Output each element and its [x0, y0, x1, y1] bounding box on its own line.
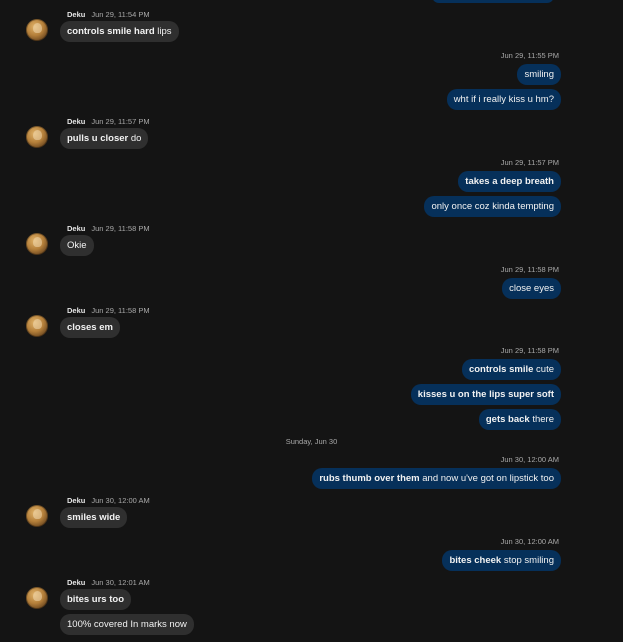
- chat-window: Deku Jun 29, 11:54 PM controls smile hard…: [0, 0, 623, 642]
- sender-name: Deku: [67, 224, 86, 233]
- message-timestamp: Jun 30, 12:00 AM: [500, 455, 559, 464]
- message-meta: Deku Jun 30, 12:01 AM: [67, 577, 194, 588]
- message-bubble[interactable]: controls smile cute: [461, 359, 561, 380]
- message-bubble[interactable]: bites cheek stop smiling: [442, 550, 561, 571]
- message-group-incoming: Deku Jun 30, 12:01 AM bites urs too 100% …: [26, 577, 194, 635]
- message-group-incoming: Deku Jun 29, 11:57 PM pulls u closer do: [26, 116, 150, 149]
- message-timestamp: Jun 29, 11:58 PM: [91, 224, 150, 233]
- message-timestamp: Jun 30, 12:01 AM: [91, 578, 150, 587]
- message-bubble[interactable]: 100% covered In marks now: [60, 614, 194, 635]
- message-bubble[interactable]: bites urs too: [60, 589, 132, 610]
- message-bubble[interactable]: rubs thumb over them and now u've got on…: [312, 468, 561, 489]
- message-action-text: kisses u on the lips super soft: [417, 389, 554, 400]
- message-text: and now u've got on lipstick too: [419, 473, 554, 484]
- message-group-outgoing: Jun 29, 11:58 PM controls smile cute kis…: [410, 345, 561, 430]
- message-meta: Deku Jun 29, 11:54 PM: [67, 9, 179, 20]
- message-action-text: closes em: [67, 322, 113, 333]
- message-timestamp: Jun 29, 11:57 PM: [91, 117, 150, 126]
- message-bubble[interactable]: closes em: [60, 317, 120, 338]
- message-text: stop smiling: [501, 555, 554, 566]
- message-action-text: controls smile hard: [67, 26, 155, 37]
- message-timestamp: Jun 29, 11:55 PM: [500, 51, 559, 60]
- message-bubble[interactable]: kisses u on the lips super soft: [410, 384, 561, 405]
- message-bubble[interactable]: only once coz kinda tempting: [424, 196, 561, 217]
- sender-name: Deku: [67, 10, 86, 19]
- message-text: there: [529, 414, 554, 425]
- message-text: Okie: [67, 240, 87, 251]
- message-group-outgoing: Jun 29, 11:58 PM close eyes: [501, 264, 561, 299]
- message-group-outgoing: Jun 30, 12:00 AM bites cheek stop smilin…: [442, 536, 561, 571]
- message-bubble[interactable]: close eyes: [502, 278, 561, 299]
- message-bubble[interactable]: gets back there: [478, 409, 561, 430]
- message-action-text: rubs thumb over them: [319, 473, 420, 484]
- message-text: wht if i really kiss u hm?: [453, 94, 554, 105]
- contact-avatar[interactable]: [26, 126, 48, 148]
- message-bubble[interactable]: takes a deep breath: [458, 171, 561, 192]
- message-text: do: [128, 133, 142, 144]
- sender-name: Deku: [67, 117, 86, 126]
- sender-name: Deku: [67, 306, 86, 315]
- contact-avatar[interactable]: [26, 505, 48, 527]
- message-bubble[interactable]: Okie: [60, 235, 94, 256]
- message-action-text: pulls u closer: [67, 133, 129, 144]
- message-action-text: smiles wide: [67, 512, 121, 523]
- message-bubble[interactable]: pulls u closer do: [60, 128, 149, 149]
- message-text: smiling: [524, 69, 554, 80]
- message-group-incoming: Deku Jun 29, 11:58 PM closes em: [26, 305, 150, 338]
- message-action-text: bites cheek: [449, 555, 502, 566]
- previous-message-bubble[interactable]: [432, 0, 554, 3]
- message-timestamp: Jun 29, 11:54 PM: [91, 10, 150, 19]
- message-action-text: gets back: [485, 414, 530, 425]
- message-timestamp: Jun 29, 11:57 PM: [500, 158, 559, 167]
- message-text: close eyes: [509, 283, 554, 294]
- message-bubble[interactable]: controls smile hard lips: [60, 21, 179, 42]
- message-timestamp: Jun 29, 11:58 PM: [500, 346, 559, 355]
- message-bubble[interactable]: smiling: [517, 64, 561, 85]
- message-meta: Deku Jun 29, 11:58 PM: [67, 223, 150, 234]
- contact-avatar[interactable]: [26, 233, 48, 255]
- message-group-incoming: Deku Jun 30, 12:00 AM smiles wide: [26, 495, 150, 528]
- message-meta: Deku Jun 29, 11:58 PM: [67, 305, 150, 316]
- message-action-text: bites urs too: [67, 594, 125, 605]
- message-text: cute: [533, 364, 554, 375]
- message-group-outgoing: Jun 29, 11:57 PM takes a deep breath onl…: [424, 157, 561, 217]
- message-timestamp: Jun 30, 12:00 AM: [500, 537, 559, 546]
- message-group-incoming: Deku Jun 29, 11:54 PM controls smile hard…: [26, 9, 179, 42]
- message-bubble[interactable]: wht if i really kiss u hm?: [446, 89, 561, 110]
- message-meta: Deku Jun 29, 11:57 PM: [67, 116, 150, 127]
- contact-avatar[interactable]: [26, 587, 48, 609]
- message-action-text: takes a deep breath: [465, 176, 554, 187]
- contact-avatar[interactable]: [26, 315, 48, 337]
- message-text: only once coz kinda tempting: [431, 201, 554, 212]
- message-bubble[interactable]: smiles wide: [60, 507, 128, 528]
- contact-avatar[interactable]: [26, 19, 48, 41]
- message-text: lips: [154, 26, 172, 37]
- message-group-outgoing: Jun 29, 11:55 PM smiling wht if i really…: [446, 50, 561, 110]
- sender-name: Deku: [67, 578, 86, 587]
- message-text: 100% covered In marks now: [67, 619, 187, 630]
- message-meta: Deku Jun 30, 12:00 AM: [67, 495, 150, 506]
- message-group-incoming: Deku Jun 29, 11:58 PM Okie: [26, 223, 150, 256]
- message-action-text: controls smile: [468, 364, 534, 375]
- sender-name: Deku: [67, 496, 86, 505]
- message-timestamp: Jun 29, 11:58 PM: [500, 265, 559, 274]
- message-group-outgoing: Jun 30, 12:00 AM rubs thumb over them an…: [312, 454, 561, 489]
- day-divider: Sunday, Jun 30: [285, 437, 338, 446]
- message-timestamp: Jun 30, 12:00 AM: [91, 496, 150, 505]
- message-timestamp: Jun 29, 11:58 PM: [91, 306, 150, 315]
